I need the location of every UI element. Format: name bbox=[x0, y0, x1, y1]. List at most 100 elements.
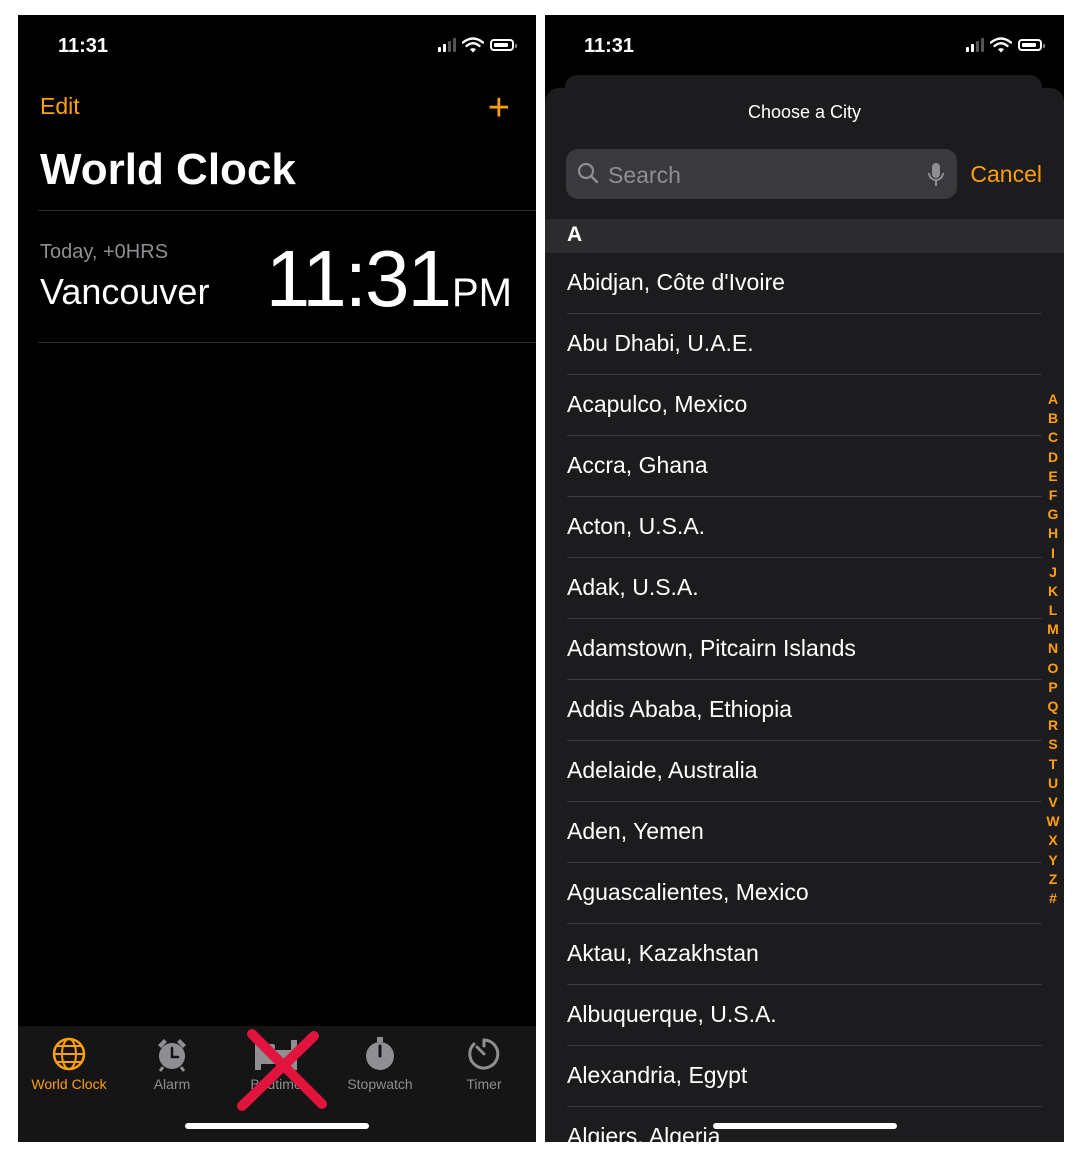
tab-label: Timer bbox=[466, 1076, 502, 1092]
index-letter[interactable]: B bbox=[1045, 409, 1061, 428]
city-row[interactable]: Abu Dhabi, U.A.E. bbox=[545, 314, 1064, 375]
city-name: Aden, Yemen bbox=[567, 818, 704, 844]
city-name: Addis Ababa, Ethiopia bbox=[567, 696, 793, 722]
city-row[interactable]: Adamstown, Pitcairn Islands bbox=[545, 619, 1064, 680]
globe-icon bbox=[52, 1037, 86, 1071]
clock-offset: Today, +0HRS bbox=[40, 241, 169, 263]
index-letter[interactable]: Z bbox=[1045, 870, 1061, 889]
city-name: Acapulco, Mexico bbox=[567, 391, 748, 417]
alphabet-index[interactable]: A B C D E F G H I J K L M N O P Q R S T U V W X Y Z # bbox=[1045, 390, 1061, 908]
battery-icon bbox=[1018, 39, 1045, 51]
status-time: 11:31 bbox=[58, 35, 109, 57]
index-letter[interactable]: I bbox=[1045, 544, 1061, 563]
index-letter[interactable]: J bbox=[1045, 563, 1061, 582]
city-name: Aktau, Kazakhstan bbox=[567, 940, 759, 966]
page-title: World Clock bbox=[40, 145, 296, 194]
tab-label: Alarm bbox=[153, 1076, 191, 1092]
tab-stopwatch[interactable]: Stopwatch bbox=[330, 1034, 430, 1092]
city-row[interactable]: Aden, Yemen bbox=[545, 802, 1064, 863]
index-letter[interactable]: X bbox=[1045, 831, 1061, 850]
city-row[interactable]: Adak, U.S.A. bbox=[545, 558, 1064, 619]
add-city-button[interactable]: + bbox=[488, 89, 510, 127]
signal-icon bbox=[966, 38, 984, 52]
index-letter[interactable]: C bbox=[1045, 428, 1061, 447]
index-letter[interactable]: R bbox=[1045, 716, 1061, 735]
city-name: Albuquerque, U.S.A. bbox=[567, 1001, 777, 1027]
sheet-title: Choose a City bbox=[747, 102, 862, 122]
index-letter[interactable]: # bbox=[1045, 889, 1061, 908]
choose-city-screen: 11:31 Choose a City Cancel bbox=[545, 15, 1064, 1142]
city-row[interactable]: Adelaide, Australia bbox=[545, 741, 1064, 802]
index-letter[interactable]: Y bbox=[1045, 851, 1061, 870]
index-letter[interactable]: T bbox=[1045, 755, 1061, 774]
index-letter[interactable]: K bbox=[1045, 582, 1061, 601]
city-name: Abidjan, Côte d'Ivoire bbox=[567, 269, 785, 295]
tab-world-clock[interactable]: World Clock bbox=[19, 1034, 119, 1092]
index-letter[interactable]: S bbox=[1045, 735, 1061, 754]
index-letter[interactable]: E bbox=[1045, 467, 1061, 486]
index-letter[interactable]: F bbox=[1045, 486, 1061, 505]
clock-city: Vancouver bbox=[40, 271, 210, 312]
city-row[interactable]: Alexandria, Egypt bbox=[545, 1046, 1064, 1107]
alarm-clock-icon bbox=[158, 1039, 186, 1072]
city-name: Abu Dhabi, U.A.E. bbox=[567, 330, 754, 356]
city-name: Adak, U.S.A. bbox=[567, 574, 699, 600]
cancel-button[interactable]: Cancel bbox=[970, 161, 1042, 188]
tab-label: World Clock bbox=[31, 1076, 107, 1092]
city-row[interactable]: Abidjan, Côte d'Ivoire bbox=[545, 253, 1064, 314]
index-letter[interactable]: L bbox=[1045, 601, 1061, 620]
clock-ampm: PM bbox=[452, 271, 512, 315]
city-name: Alexandria, Egypt bbox=[567, 1062, 748, 1088]
city-row[interactable]: Acton, U.S.A. bbox=[545, 497, 1064, 558]
index-letter[interactable]: A bbox=[1045, 390, 1061, 409]
tab-timer[interactable]: Timer bbox=[434, 1034, 534, 1092]
index-letter[interactable]: Q bbox=[1045, 697, 1061, 716]
status-time: 11:31 bbox=[584, 35, 635, 57]
city-name: Adelaide, Australia bbox=[567, 757, 758, 783]
clock-digits: 11:31 bbox=[265, 234, 452, 323]
index-letter[interactable]: V bbox=[1045, 793, 1061, 812]
index-letter[interactable]: W bbox=[1045, 812, 1061, 831]
choose-city-sheet: Choose a City Cancel A Abidjan, Côte d'I… bbox=[545, 88, 1064, 1142]
city-name: Algiers, Algeria bbox=[567, 1123, 721, 1142]
status-icons bbox=[438, 37, 517, 53]
stopwatch-icon bbox=[366, 1037, 394, 1070]
edit-button[interactable]: Edit bbox=[40, 93, 80, 120]
city-row[interactable]: Acapulco, Mexico bbox=[545, 375, 1064, 436]
tab-alarm[interactable]: Alarm bbox=[122, 1034, 222, 1092]
section-header-letter: A bbox=[567, 223, 583, 246]
index-letter[interactable]: O bbox=[1045, 659, 1061, 678]
timer-icon bbox=[468, 1038, 500, 1070]
index-letter[interactable]: G bbox=[1045, 505, 1061, 524]
index-letter[interactable]: N bbox=[1045, 639, 1061, 658]
city-list: Abidjan, Côte d'Ivoire Abu Dhabi, U.A.E. A… bbox=[545, 253, 1064, 1142]
city-row[interactable]: Aktau, Kazakhstan bbox=[545, 924, 1064, 985]
city-name: Acton, U.S.A. bbox=[567, 513, 706, 539]
city-name: Aguascalientes, Mexico bbox=[567, 879, 809, 905]
wifi-icon bbox=[990, 37, 1012, 53]
search-icon bbox=[577, 162, 599, 184]
microphone-icon[interactable] bbox=[927, 162, 945, 188]
index-letter[interactable]: P bbox=[1045, 678, 1061, 697]
home-indicator[interactable] bbox=[713, 1123, 897, 1129]
city-row[interactable]: Albuquerque, U.S.A. bbox=[545, 985, 1064, 1046]
index-letter[interactable]: U bbox=[1045, 774, 1061, 793]
city-row[interactable]: Accra, Ghana bbox=[545, 436, 1064, 497]
index-letter[interactable]: H bbox=[1045, 524, 1061, 543]
world-clock-screen: 11:31 Edit + World Clock Today, +0HRS Va… bbox=[18, 15, 536, 1142]
clock-row-vancouver[interactable]: Today, +0HRS Vancouver 11:31 PM bbox=[18, 211, 536, 342]
city-row[interactable]: Aguascalientes, Mexico bbox=[545, 863, 1064, 924]
clock-time: 11:31 PM bbox=[266, 233, 512, 325]
home-indicator[interactable] bbox=[185, 1123, 369, 1129]
search-field[interactable] bbox=[566, 149, 957, 201]
city-row[interactable]: Addis Ababa, Ethiopia bbox=[545, 680, 1064, 741]
index-letter[interactable]: M bbox=[1045, 620, 1061, 639]
red-x-annotation bbox=[237, 1029, 327, 1111]
battery-icon bbox=[490, 39, 517, 51]
city-name: Adamstown, Pitcairn Islands bbox=[567, 635, 856, 661]
tab-label: Stopwatch bbox=[347, 1076, 413, 1092]
section-header: A bbox=[545, 219, 1064, 253]
city-name: Accra, Ghana bbox=[567, 452, 708, 478]
index-letter[interactable]: D bbox=[1045, 448, 1061, 467]
search-input[interactable] bbox=[606, 149, 910, 201]
